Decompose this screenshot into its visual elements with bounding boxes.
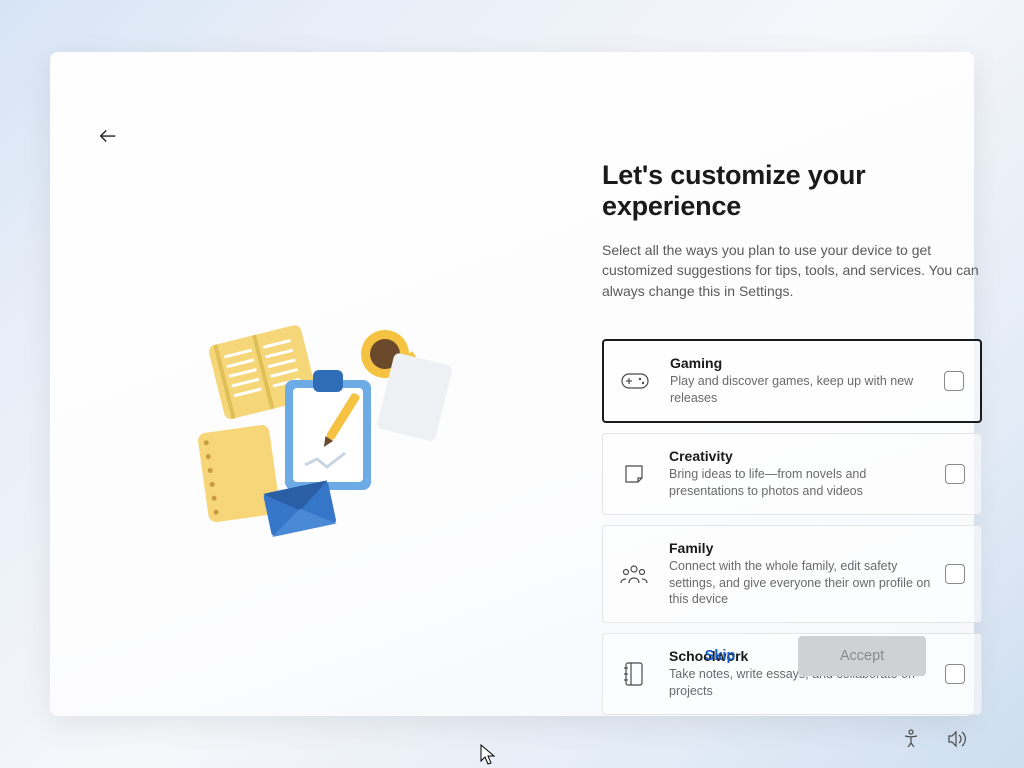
checkbox[interactable]	[945, 664, 965, 684]
accessibility-button[interactable]	[900, 728, 922, 750]
people-icon	[619, 559, 649, 589]
notebook-icon	[619, 659, 649, 689]
illustration	[185, 322, 485, 572]
checkbox[interactable]	[945, 464, 965, 484]
accept-button[interactable]: Accept	[798, 636, 926, 676]
option-creativity[interactable]: Creativity Bring ideas to life—from nove…	[602, 433, 982, 515]
option-title: Creativity	[669, 448, 933, 464]
checkbox[interactable]	[945, 564, 965, 584]
gamepad-icon	[620, 366, 650, 396]
cursor-icon	[480, 744, 496, 766]
option-family[interactable]: Family Connect with the whole family, ed…	[602, 525, 982, 624]
option-desc: Play and discover games, keep up with ne…	[670, 373, 932, 407]
accessibility-icon	[901, 729, 921, 749]
option-desc: Bring ideas to life—from novels and pres…	[669, 466, 933, 500]
volume-button[interactable]	[946, 728, 968, 750]
option-desc: Connect with the whole family, edit safe…	[669, 558, 933, 609]
checkbox[interactable]	[944, 371, 964, 391]
setup-card: Let's customize your experience Select a…	[50, 52, 974, 716]
content-area: Let's customize your experience Select a…	[602, 160, 982, 715]
button-row: Skip Accept	[656, 636, 926, 676]
volume-icon	[946, 729, 968, 749]
option-text: Creativity Bring ideas to life—from nove…	[669, 448, 933, 500]
option-title: Family	[669, 540, 933, 556]
back-button[interactable]	[88, 116, 128, 156]
page-title: Let's customize your experience	[602, 160, 982, 222]
sticky-note-icon	[619, 459, 649, 489]
page-subtitle: Select all the ways you plan to use your…	[602, 240, 982, 301]
option-gaming[interactable]: Gaming Play and discover games, keep up …	[602, 339, 982, 423]
option-text: Family Connect with the whole family, ed…	[669, 540, 933, 609]
option-text: Gaming Play and discover games, keep up …	[670, 355, 932, 407]
taskbar-icons	[900, 728, 968, 750]
skip-button[interactable]: Skip	[656, 636, 784, 676]
option-title: Gaming	[670, 355, 932, 371]
arrow-left-icon	[97, 125, 119, 147]
